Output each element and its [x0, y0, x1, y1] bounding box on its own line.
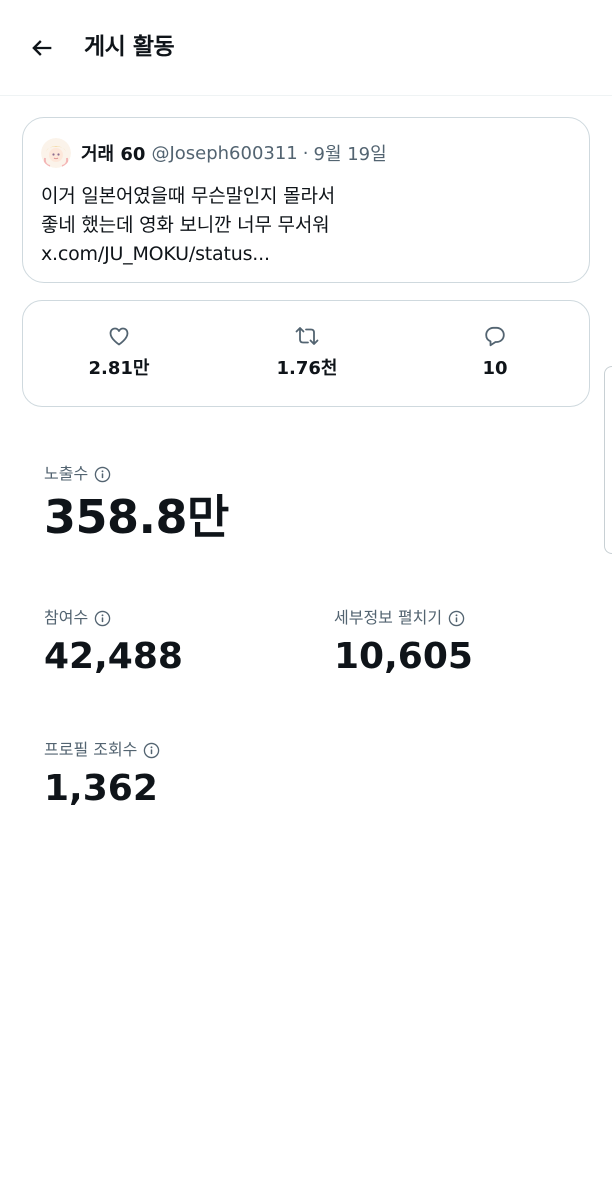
info-icon[interactable] [94, 466, 111, 483]
replies-stat[interactable]: 10 [435, 323, 555, 381]
tweet-text-line: 이거 일본어였을때 무슨말인지 몰라서 [41, 185, 335, 207]
profile-visits-label: 프로필 조회수 [44, 740, 138, 759]
engagement-stats-card: 2.81만 1.76천 10 [22, 300, 590, 407]
tweet-card[interactable]: 거래 60 @Joseph600311 · 9월 19일 이거 일본어였을때 무… [22, 117, 590, 283]
profile-visits-metric: 프로필 조회수 1,362 [44, 739, 160, 811]
separator-dot: · [302, 142, 309, 164]
reposts-stat[interactable]: 1.76천 [247, 323, 367, 381]
repost-icon [295, 327, 319, 345]
replies-count: 10 [482, 358, 508, 379]
detail-expands-metric: 세부정보 펼치기 10,605 [334, 607, 473, 679]
impressions-value: 358.8만 [44, 490, 229, 544]
tweet-link[interactable]: x.com/JU_MOKU/status... [41, 240, 571, 269]
info-icon[interactable] [94, 610, 111, 627]
top-bar: 게시 활동 [0, 0, 612, 96]
likes-stat[interactable]: 2.81만 [59, 323, 179, 381]
engagements-metric: 참여수 42,488 [44, 607, 183, 679]
tweet-text-line: 좋네 했는데 영화 보니깐 너무 무서워 [41, 214, 330, 236]
author-name[interactable]: 거래 60 [81, 140, 145, 166]
back-arrow-icon [32, 40, 52, 56]
tweet-header: 거래 60 @Joseph600311 · 9월 19일 [41, 138, 387, 168]
scroll-handle[interactable] [604, 366, 612, 554]
back-button[interactable] [24, 30, 60, 66]
reply-icon [485, 326, 505, 347]
detail-expands-value: 10,605 [334, 636, 473, 677]
impressions-metric: 노출수 358.8만 [44, 463, 229, 545]
tweet-text: 이거 일본어였을때 무슨말인지 몰라서 좋네 했는데 영화 보니깐 너무 무서워… [41, 182, 571, 269]
info-icon[interactable] [143, 742, 160, 759]
likes-count: 2.81만 [88, 358, 150, 379]
engagements-value: 42,488 [44, 636, 183, 677]
heart-icon [109, 327, 129, 346]
engagements-label: 참여수 [44, 608, 89, 627]
page-title: 게시 활동 [84, 34, 175, 60]
author-handle[interactable]: @Joseph600311 [151, 143, 297, 164]
reposts-count: 1.76천 [276, 358, 338, 379]
tweet-date[interactable]: 9월 19일 [314, 140, 387, 166]
impressions-label: 노출수 [44, 464, 89, 483]
profile-visits-value: 1,362 [44, 768, 158, 809]
detail-expands-label: 세부정보 펼치기 [334, 608, 443, 627]
avatar[interactable] [41, 138, 71, 168]
info-icon[interactable] [448, 610, 465, 627]
